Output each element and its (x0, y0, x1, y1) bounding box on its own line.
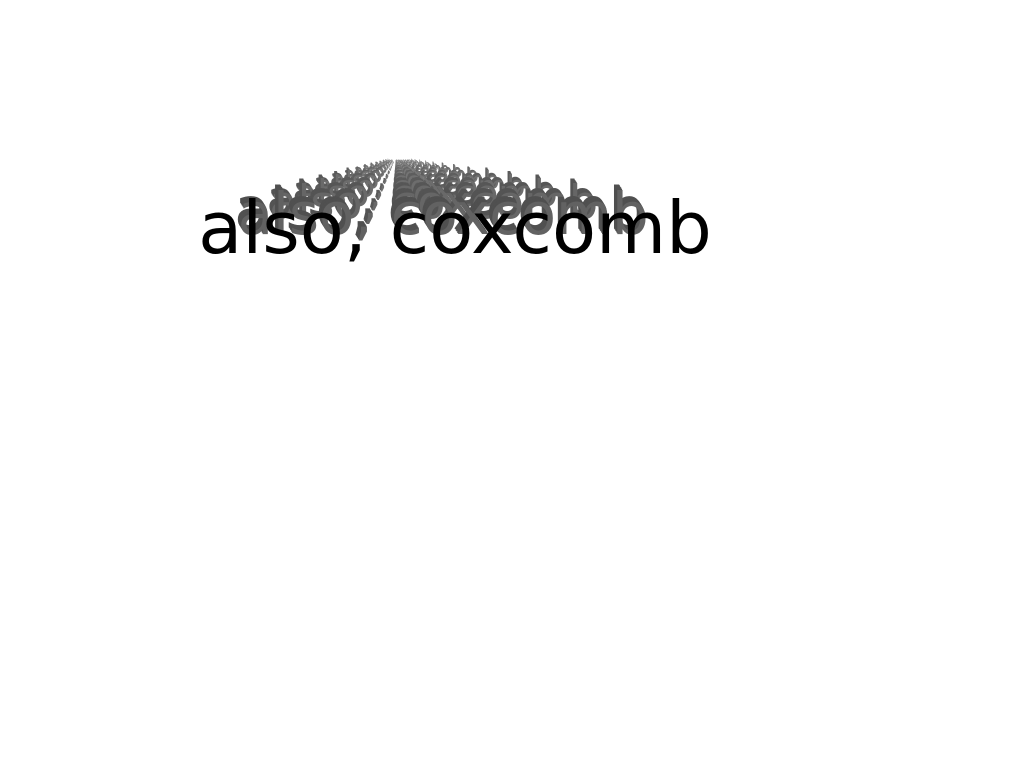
tiled-results-grid: 4 results for: Coxcomb View results from… (0, 0, 1024, 768)
